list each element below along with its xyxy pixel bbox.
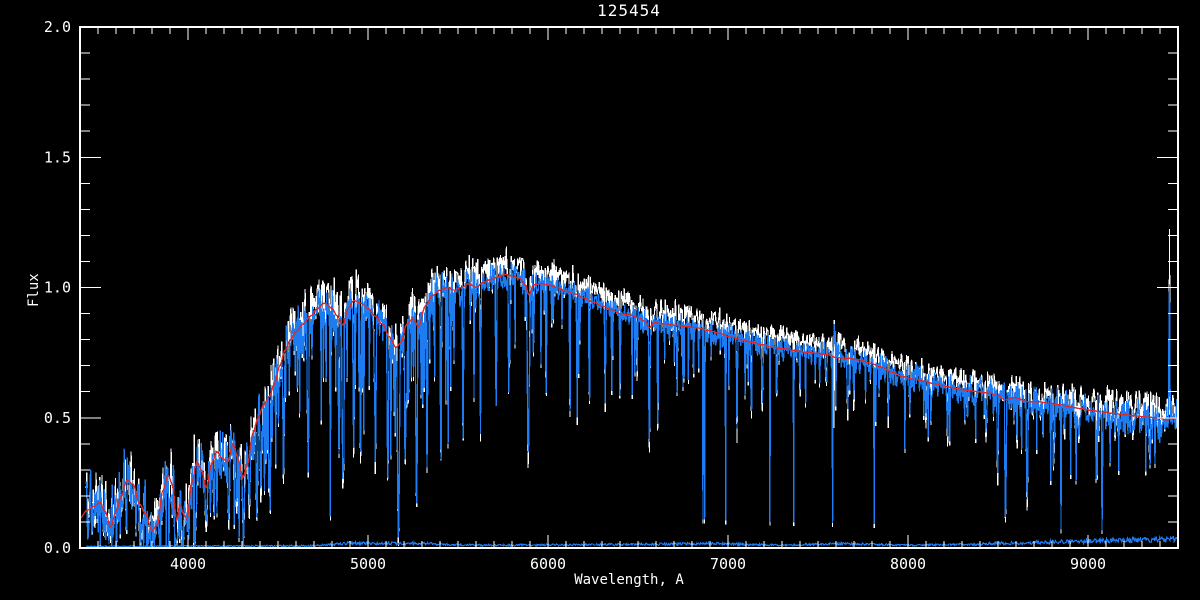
x-tick-label: 9000: [1070, 555, 1106, 573]
y-tick-label: 1.5: [44, 148, 71, 166]
x-tick-label: 7000: [710, 555, 746, 573]
y-tick-label: 1.0: [44, 279, 71, 297]
x-tick-label: 4000: [170, 555, 206, 573]
spectrum-plot-window: 125454 4000 5000 6000 7000 8000 9000 0.0 0.5 1.0…: [0, 0, 1200, 600]
x-axis-label: Wavelength, A: [574, 572, 684, 588]
x-tick-label: 6000: [530, 555, 566, 573]
x-tick-label: 8000: [890, 555, 926, 573]
y-tick-label: 0.5: [44, 409, 71, 427]
y-tick-label: 0.0: [44, 539, 71, 557]
x-tick-label: 5000: [350, 555, 386, 573]
y-axis-label: Flux: [26, 273, 42, 307]
error-spectrum: [86, 534, 1178, 548]
y-tick-label: 2.0: [44, 18, 71, 36]
spectrum-plot-canvas: 4000 5000 6000 7000 8000 9000 0.0 0.5 1.0 1.5 2.0: [44, 18, 1179, 573]
